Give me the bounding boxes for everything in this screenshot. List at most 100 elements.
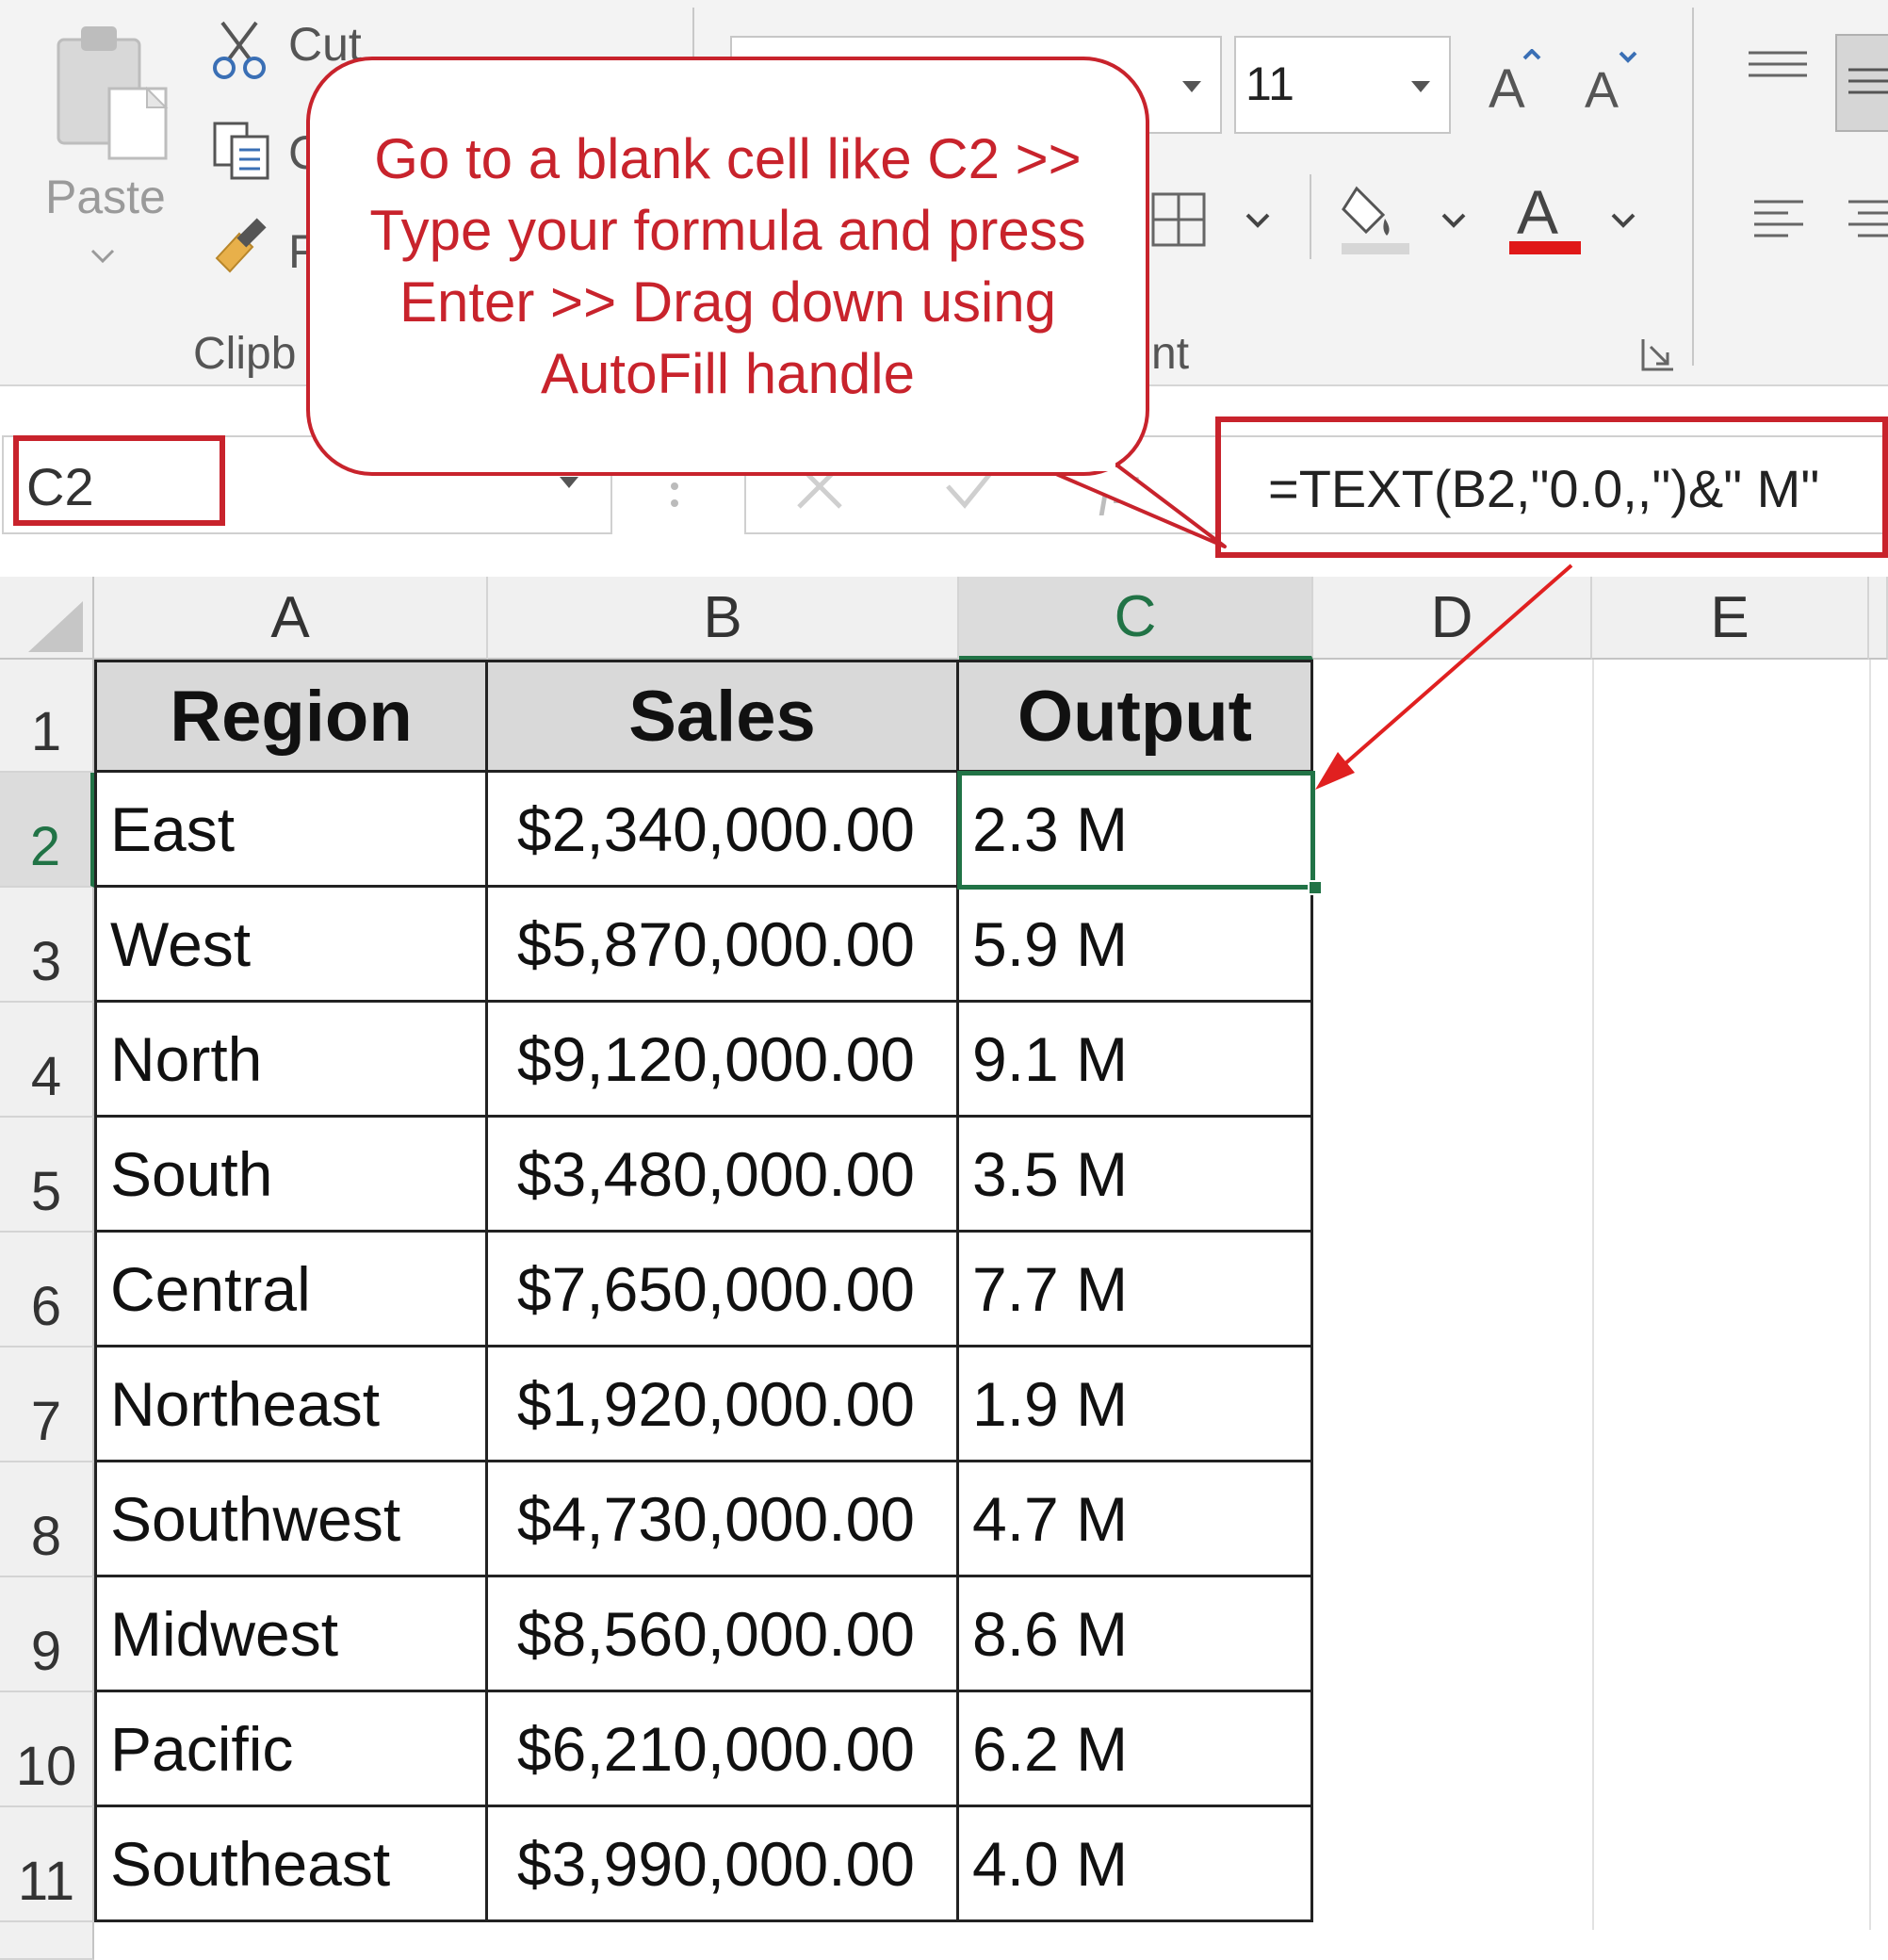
cell-sales[interactable]: $7,650,000.00: [488, 1233, 959, 1348]
font-group-label: nt: [1151, 329, 1190, 379]
row-header-6[interactable]: 6: [0, 1233, 94, 1348]
format-painter-button[interactable]: F: [209, 215, 317, 281]
align-center-icon[interactable]: [1848, 196, 1888, 241]
header-cell-sales[interactable]: Sales: [488, 660, 959, 773]
font-inner-separator: [1310, 174, 1311, 259]
svg-text:A: A: [1517, 177, 1558, 247]
cell-sales[interactable]: $8,560,000.00: [488, 1577, 959, 1692]
cell-region[interactable]: South: [94, 1118, 488, 1233]
column-header-b[interactable]: B: [488, 577, 959, 660]
row-header-12[interactable]: [0, 1922, 94, 1960]
format-painter-icon: [215, 218, 267, 273]
cell-region[interactable]: Northeast: [94, 1348, 488, 1462]
cell-region[interactable]: Pacific: [94, 1692, 488, 1807]
font-size-dropdown[interactable]: 11: [1234, 36, 1451, 134]
cell-sales[interactable]: $3,990,000.00: [488, 1807, 959, 1922]
chevron-down-icon: [1182, 81, 1201, 92]
select-all-triangle-icon: [28, 601, 83, 652]
increase-font-size-icon[interactable]: A: [1487, 49, 1543, 115]
cell-sales[interactable]: $2,340,000.00: [488, 773, 959, 888]
top-align-icon[interactable]: [1745, 47, 1811, 85]
cut-button[interactable]: Cut: [209, 18, 362, 85]
cell-output[interactable]: 4.7 M: [959, 1462, 1313, 1577]
formula-highlight: =TEXT(B2,"0.0,,")&" M": [1215, 416, 1888, 558]
active-cell-selection: [957, 771, 1315, 890]
svg-text:A: A: [1489, 58, 1525, 115]
column-header-e[interactable]: E: [1592, 577, 1869, 660]
cell-region[interactable]: East: [94, 773, 488, 888]
paste-button[interactable]: Paste: [38, 19, 179, 273]
cell-sales[interactable]: $4,730,000.00: [488, 1462, 959, 1577]
row-header-9[interactable]: 9: [0, 1577, 94, 1692]
cell-region[interactable]: Southwest: [94, 1462, 488, 1577]
row-header-1[interactable]: 1: [0, 660, 94, 773]
cell-region[interactable]: Midwest: [94, 1577, 488, 1692]
fill-color-icon[interactable]: [1338, 177, 1413, 256]
cell-output[interactable]: 8.6 M: [959, 1577, 1313, 1692]
column-header-a[interactable]: A: [94, 577, 488, 660]
borders-icon[interactable]: [1149, 190, 1208, 249]
arrow-pointer-icon: [1315, 564, 1573, 790]
decrease-font-size-icon[interactable]: A: [1583, 49, 1639, 115]
chevron-down-icon: [560, 477, 578, 488]
cell-output[interactable]: 3.5 M: [959, 1118, 1313, 1233]
callout-seam: [1040, 462, 1115, 471]
cell-sales[interactable]: $5,870,000.00: [488, 888, 959, 1003]
cell-output[interactable]: 1.9 M: [959, 1348, 1313, 1462]
row-header-4[interactable]: 4: [0, 1003, 94, 1118]
dialog-launcher-icon[interactable]: [1639, 335, 1677, 373]
column-header-f[interactable]: [1869, 577, 1888, 660]
callout-line: Type your formula and press: [369, 198, 1086, 262]
cell-sales[interactable]: $9,120,000.00: [488, 1003, 959, 1118]
middle-align-button[interactable]: [1835, 34, 1888, 132]
font-separator: [1692, 8, 1694, 366]
align-left-icon[interactable]: [1752, 196, 1805, 241]
chevron-down-icon[interactable]: [1242, 207, 1274, 234]
callout-line: Go to a blank cell like C2 >>: [374, 126, 1082, 190]
cell-region[interactable]: Southeast: [94, 1807, 488, 1922]
instruction-callout: Go to a blank cell like C2 >> Type your …: [306, 57, 1149, 476]
row-header-3[interactable]: 3: [0, 888, 94, 1003]
cell-output[interactable]: 5.9 M: [959, 888, 1313, 1003]
cell-region[interactable]: Central: [94, 1233, 488, 1348]
formula-text[interactable]: =TEXT(B2,"0.0,,")&" M": [1268, 458, 1819, 519]
cell-output[interactable]: 9.1 M: [959, 1003, 1313, 1118]
autofill-handle[interactable]: [1308, 880, 1323, 895]
clipboard-group-label: Clipb: [193, 329, 297, 379]
row-header-7[interactable]: 7: [0, 1348, 94, 1462]
cell-region[interactable]: North: [94, 1003, 488, 1118]
chevron-down-icon[interactable]: [1438, 207, 1470, 234]
chevron-down-icon[interactable]: [1607, 207, 1639, 234]
copy-icon: [213, 122, 269, 180]
header-cell-output[interactable]: Output: [959, 660, 1313, 773]
column-header-c[interactable]: C: [959, 577, 1313, 660]
cell-sales[interactable]: $6,210,000.00: [488, 1692, 959, 1807]
cell-output[interactable]: 4.0 M: [959, 1807, 1313, 1922]
row-header-8[interactable]: 8: [0, 1462, 94, 1577]
cell-sales[interactable]: $3,480,000.00: [488, 1118, 959, 1233]
font-size-value: 11: [1245, 57, 1294, 110]
cell-region[interactable]: West: [94, 888, 488, 1003]
row-header-11[interactable]: 11: [0, 1807, 94, 1922]
callout-line: AutoFill handle: [541, 341, 915, 405]
row-header-2[interactable]: 2: [0, 773, 94, 888]
paste-label: Paste: [45, 171, 166, 223]
name-box-value: C2: [26, 457, 94, 516]
row-header-5[interactable]: 5: [0, 1118, 94, 1233]
select-all-corner[interactable]: [0, 577, 94, 660]
scissors-icon: [213, 21, 266, 79]
paste-icon: [57, 26, 169, 160]
callout-line: Enter >> Drag down using: [399, 270, 1057, 334]
chevron-down-icon[interactable]: [89, 245, 117, 268]
header-cell-region[interactable]: Region: [94, 660, 488, 773]
chevron-down-icon: [1411, 81, 1430, 92]
name-box-highlight: C2: [13, 435, 225, 526]
cell-output[interactable]: 7.7 M: [959, 1233, 1313, 1348]
middle-align-icon: [1848, 68, 1888, 94]
cell-sales[interactable]: $1,920,000.00: [488, 1348, 959, 1462]
gridline: [1869, 660, 1871, 1930]
copy-button[interactable]: C: [209, 118, 322, 184]
row-header-10[interactable]: 10: [0, 1692, 94, 1807]
cell-output[interactable]: 6.2 M: [959, 1692, 1313, 1807]
font-color-icon[interactable]: A: [1507, 177, 1583, 256]
